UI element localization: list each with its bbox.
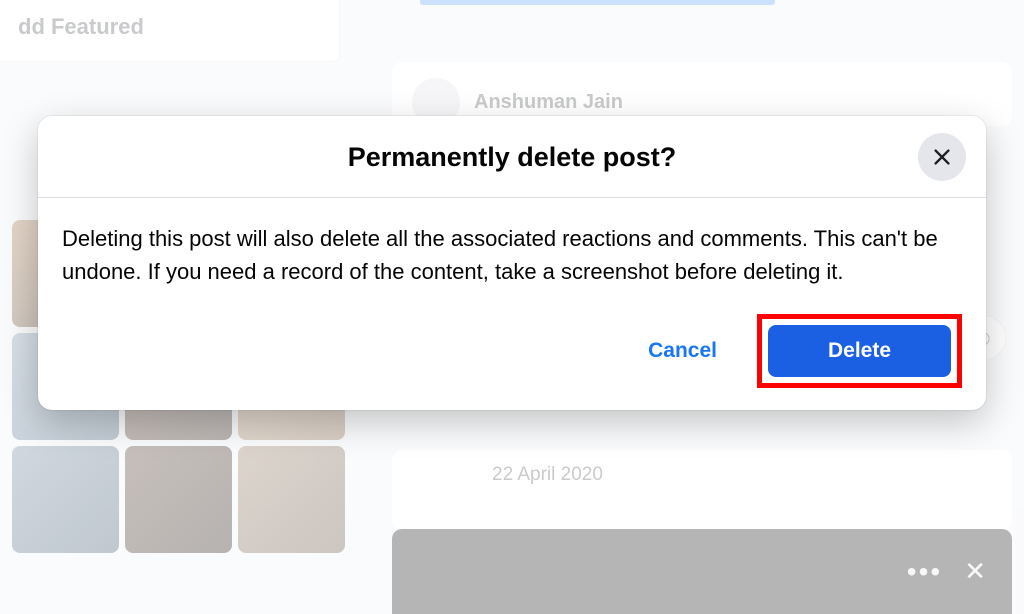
annotation-highlight: Delete bbox=[757, 314, 962, 388]
modal-footer: Cancel Delete bbox=[38, 296, 986, 410]
modal-body-text: Deleting this post will also delete all … bbox=[38, 198, 986, 296]
close-modal-button[interactable] bbox=[918, 133, 966, 181]
delete-post-modal: Permanently delete post? Deleting this p… bbox=[38, 116, 986, 410]
delete-button[interactable]: Delete bbox=[768, 325, 951, 377]
close-icon bbox=[931, 146, 953, 168]
cancel-button[interactable]: Cancel bbox=[630, 327, 735, 375]
modal-header: Permanently delete post? bbox=[38, 116, 986, 198]
modal-title: Permanently delete post? bbox=[62, 142, 962, 173]
